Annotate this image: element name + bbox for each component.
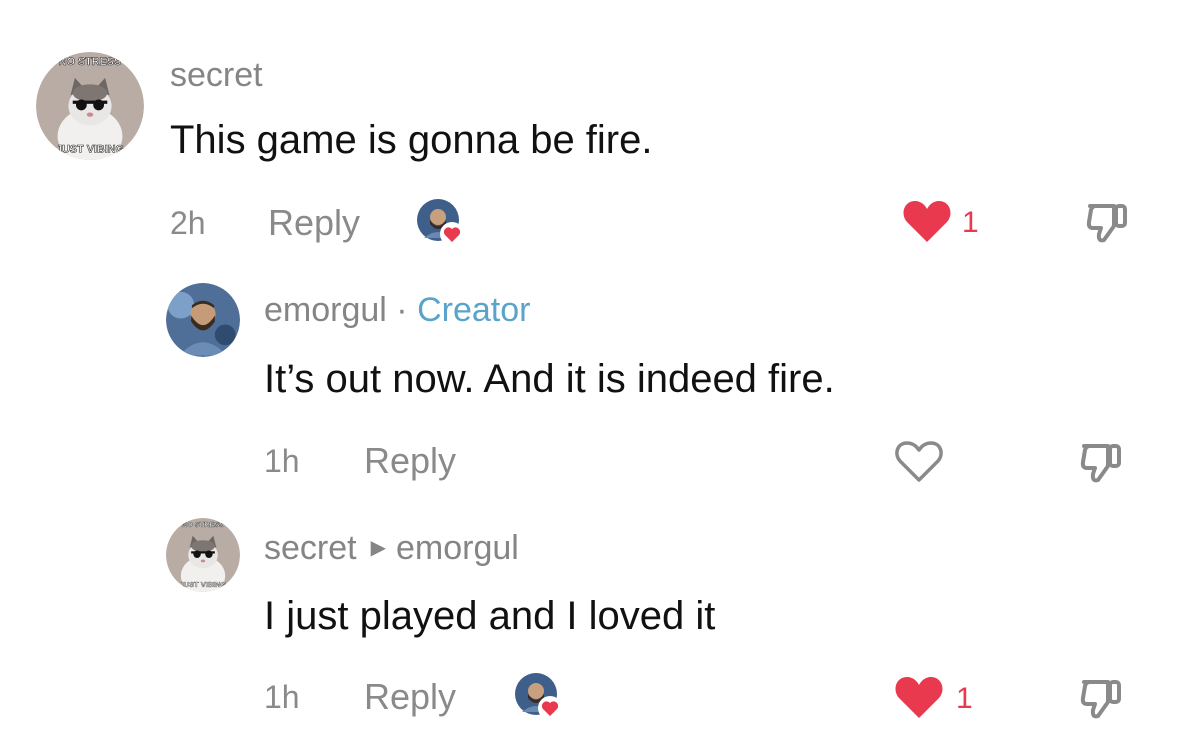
- comment-username[interactable]: emorgul · Creator: [264, 291, 530, 330]
- creator-liked-badge: [416, 198, 466, 248]
- reply-button[interactable]: Reply: [364, 440, 456, 482]
- comment-time: 2h: [170, 205, 206, 241]
- svg-text:NO STRESS: NO STRESS: [59, 56, 121, 68]
- creator-avatar-icon: [417, 199, 464, 246]
- cat-avatar-icon: NO STRESS JUST VIBING: [36, 52, 144, 160]
- comment-username[interactable]: secret: [170, 56, 263, 95]
- creator-badge: Creator: [417, 291, 531, 329]
- reply-button[interactable]: Reply: [268, 202, 360, 244]
- comment-time: 1h: [264, 679, 300, 715]
- svg-text:JUST VIBING: JUST VIBING: [180, 580, 227, 589]
- svg-text:JUST VIBING: JUST VIBING: [56, 143, 124, 155]
- dislike-icon[interactable]: [1084, 200, 1130, 246]
- separator: ·: [396, 291, 408, 329]
- bearded-man-avatar-icon: [166, 283, 240, 357]
- dislike-icon[interactable]: [1078, 440, 1124, 486]
- username-label[interactable]: emorgul: [264, 291, 387, 329]
- creator-avatar-icon: [515, 673, 562, 720]
- like-count: 1: [956, 682, 973, 715]
- cat-avatar-icon: NO STRESS JUST VIBING: [166, 518, 240, 592]
- reply-to-label[interactable]: emorgul: [396, 529, 519, 567]
- svg-text:NO STRESS: NO STRESS: [182, 520, 225, 529]
- avatar[interactable]: NO STRESS JUST VIBING: [166, 518, 240, 592]
- like-heart-icon[interactable]: [894, 438, 944, 484]
- creator-liked-badge: [514, 672, 564, 722]
- comment-text: This game is gonna be fire.: [170, 118, 653, 162]
- comment-text: It’s out now. And it is indeed fire.: [264, 357, 835, 401]
- like-count: 1: [962, 206, 979, 239]
- username-label[interactable]: secret: [264, 529, 357, 567]
- like-heart-icon[interactable]: [894, 674, 944, 720]
- like-heart-icon[interactable]: [902, 198, 952, 244]
- dislike-icon[interactable]: [1078, 676, 1124, 722]
- reply-arrow-icon: ▶: [370, 536, 386, 559]
- comment-username[interactable]: secret ▶ emorgul: [264, 529, 519, 568]
- avatar[interactable]: NO STRESS JUST VIBING: [36, 52, 144, 160]
- username-label[interactable]: secret: [170, 56, 263, 94]
- avatar[interactable]: [166, 283, 240, 357]
- comment-time: 1h: [264, 443, 300, 479]
- comment-text: I just played and I loved it: [264, 594, 716, 638]
- reply-button[interactable]: Reply: [364, 676, 456, 718]
